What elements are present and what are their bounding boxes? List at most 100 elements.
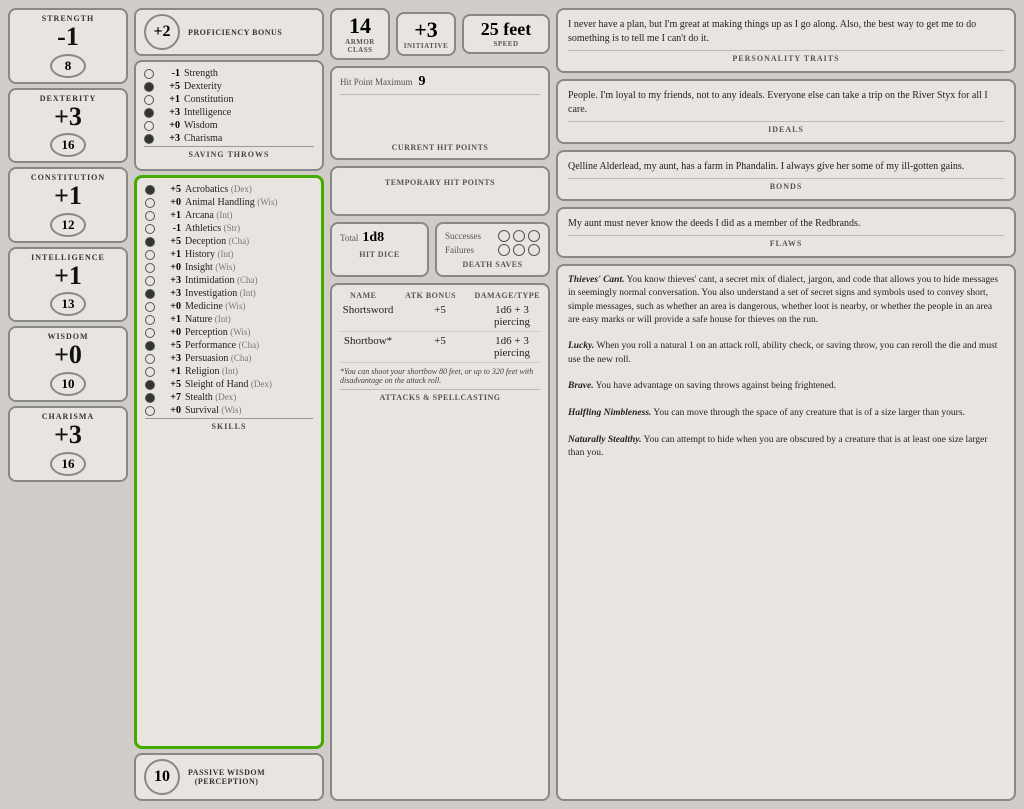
proficiency-bonus-value: +2 <box>144 14 180 50</box>
skill-name: Arcana (Int) <box>185 210 232 221</box>
saving-throw-indicator <box>144 121 154 131</box>
saving-throw-name: Charisma <box>184 133 222 144</box>
saving-throw-value: +3 <box>158 133 180 144</box>
skills-box: +5 Acrobatics (Dex) +0 Animal Handling (… <box>134 175 324 749</box>
ability-score-strength: 8 <box>50 54 86 78</box>
temp-hp-box: Temporary Hit Points <box>330 166 550 216</box>
feature-text: You know thieves' cant, a secret mix of … <box>568 275 998 325</box>
skill-indicator <box>145 224 155 234</box>
skill-value: +1 <box>159 249 181 260</box>
success-circle-2[interactable] <box>513 230 525 242</box>
ability-score-constitution: 12 <box>50 213 86 237</box>
failure-circle-3[interactable] <box>528 244 540 256</box>
armor-class-stat: 14 Armor Class <box>330 8 390 60</box>
feature-title: Halfling Nimbleness. <box>568 408 651 418</box>
speed-stat: 25 feet Speed <box>462 14 550 54</box>
attack-bonus: +5 <box>400 304 480 328</box>
skill-name: Perception (Wis) <box>185 327 250 338</box>
saving-throw-name: Wisdom <box>184 120 218 131</box>
ability-card-charisma: CHARISMA +3 16 <box>8 406 128 482</box>
ideals-label: Ideals <box>568 121 1004 134</box>
armor-class-value: 14 <box>349 14 371 38</box>
saving-throw-row: +3 Charisma <box>144 133 314 144</box>
skill-value: +0 <box>159 197 181 208</box>
ability-card-constitution: CONSTITUTION +1 12 <box>8 167 128 243</box>
skills-label: Skills <box>145 418 313 431</box>
skill-indicator <box>145 380 155 390</box>
skill-value: +1 <box>159 314 181 325</box>
saving-throw-row: +5 Dexterity <box>144 81 314 92</box>
skill-name: Intimidation (Cha) <box>185 275 257 286</box>
skill-indicator <box>145 406 155 416</box>
saving-throw-row: -1 Strength <box>144 68 314 79</box>
skill-indicator <box>145 211 155 221</box>
death-saves-box: Successes Failures Death Saves <box>435 222 550 277</box>
feature-title: Naturally Stealthy. <box>568 435 642 445</box>
skill-indicator <box>145 185 155 195</box>
hp-max-value: 9 <box>419 74 426 90</box>
skill-indicator <box>145 393 155 403</box>
speed-label: Speed <box>493 40 518 48</box>
skill-name: Investigation (Int) <box>185 288 256 299</box>
skill-row: +0 Survival (Wis) <box>145 405 313 416</box>
passive-wisdom-box: 10 Passive Wisdom (Perception) <box>134 753 324 801</box>
saving-throw-value: +5 <box>158 81 180 92</box>
personality-traits-box: I never have a plan, but I'm great at ma… <box>556 8 1016 73</box>
ability-mod-constitution: +1 <box>54 182 82 211</box>
skill-value: +3 <box>159 275 181 286</box>
skill-indicator <box>145 263 155 273</box>
features-text: Thieves' Cant. You know thieves' cant, a… <box>568 274 1004 460</box>
successes-label: Successes <box>445 231 495 241</box>
feature-title: Thieves' Cant. <box>568 275 624 285</box>
saving-throw-value: -1 <box>158 68 180 79</box>
ability-card-dexterity: DEXTERITY +3 16 <box>8 88 128 164</box>
success-circle-1[interactable] <box>498 230 510 242</box>
ability-card-strength: STRENGTH -1 8 <box>8 8 128 84</box>
skill-value: +0 <box>159 405 181 416</box>
skill-row: +3 Persuasion (Cha) <box>145 353 313 364</box>
saving-throw-name: Constitution <box>184 94 233 105</box>
skill-row: +5 Performance (Cha) <box>145 340 313 351</box>
saving-throw-indicator <box>144 82 154 92</box>
attacks-col-name: Name <box>340 291 387 300</box>
skill-value: +0 <box>159 301 181 312</box>
failure-circle-2[interactable] <box>513 244 525 256</box>
skill-value: +1 <box>159 210 181 221</box>
skill-indicator <box>145 302 155 312</box>
ability-score-dexterity: 16 <box>50 133 86 157</box>
skill-row: +1 Nature (Int) <box>145 314 313 325</box>
skill-indicator <box>145 328 155 338</box>
flaws-label: Flaws <box>568 235 1004 248</box>
skill-value: +5 <box>159 379 181 390</box>
skill-row: +3 Investigation (Int) <box>145 288 313 299</box>
hit-dice-box: Total 1d8 Hit Dice <box>330 222 429 277</box>
flaws-box: My aunt must never know the deeds I did … <box>556 207 1016 258</box>
combat-top-stats: 14 Armor Class +3 Initiative 25 feet Spe… <box>330 8 550 60</box>
skill-value: +0 <box>159 262 181 273</box>
skill-name: Sleight of Hand (Dex) <box>185 379 272 390</box>
bonds-box: Qelline Alderlead, my aunt, has a farm i… <box>556 150 1016 201</box>
skill-name: Nature (Int) <box>185 314 231 325</box>
saving-throws-label: Saving Throws <box>144 146 314 159</box>
attack-row: Shortsword +5 1d6 + 3 piercing <box>340 304 540 332</box>
skill-value: +3 <box>159 353 181 364</box>
skill-row: +0 Animal Handling (Wis) <box>145 197 313 208</box>
saving-throw-row: +1 Constitution <box>144 94 314 105</box>
success-circle-3[interactable] <box>528 230 540 242</box>
success-circles <box>498 230 540 242</box>
skills-column: +2 Proficiency Bonus -1 Strength +5 Dext… <box>134 8 324 801</box>
current-hp-area[interactable] <box>340 99 540 139</box>
failure-circle-1[interactable] <box>498 244 510 256</box>
skill-row: +5 Deception (Cha) <box>145 236 313 247</box>
initiative-value: +3 <box>414 18 438 42</box>
skill-name: Animal Handling (Wis) <box>185 197 277 208</box>
skill-value: +7 <box>159 392 181 403</box>
attack-row: Shortbow* +5 1d6 + 3 piercing <box>340 335 540 363</box>
ability-score-charisma: 16 <box>50 452 86 476</box>
skill-indicator <box>145 315 155 325</box>
personality-text: I never have a plan, but I'm great at ma… <box>568 18 1004 46</box>
passive-wisdom-label: Passive Wisdom (Perception) <box>188 768 265 786</box>
skill-row: -1 Athletics (Str) <box>145 223 313 234</box>
death-saves-label: Death Saves <box>445 260 540 269</box>
feature-title: Brave. <box>568 381 594 391</box>
